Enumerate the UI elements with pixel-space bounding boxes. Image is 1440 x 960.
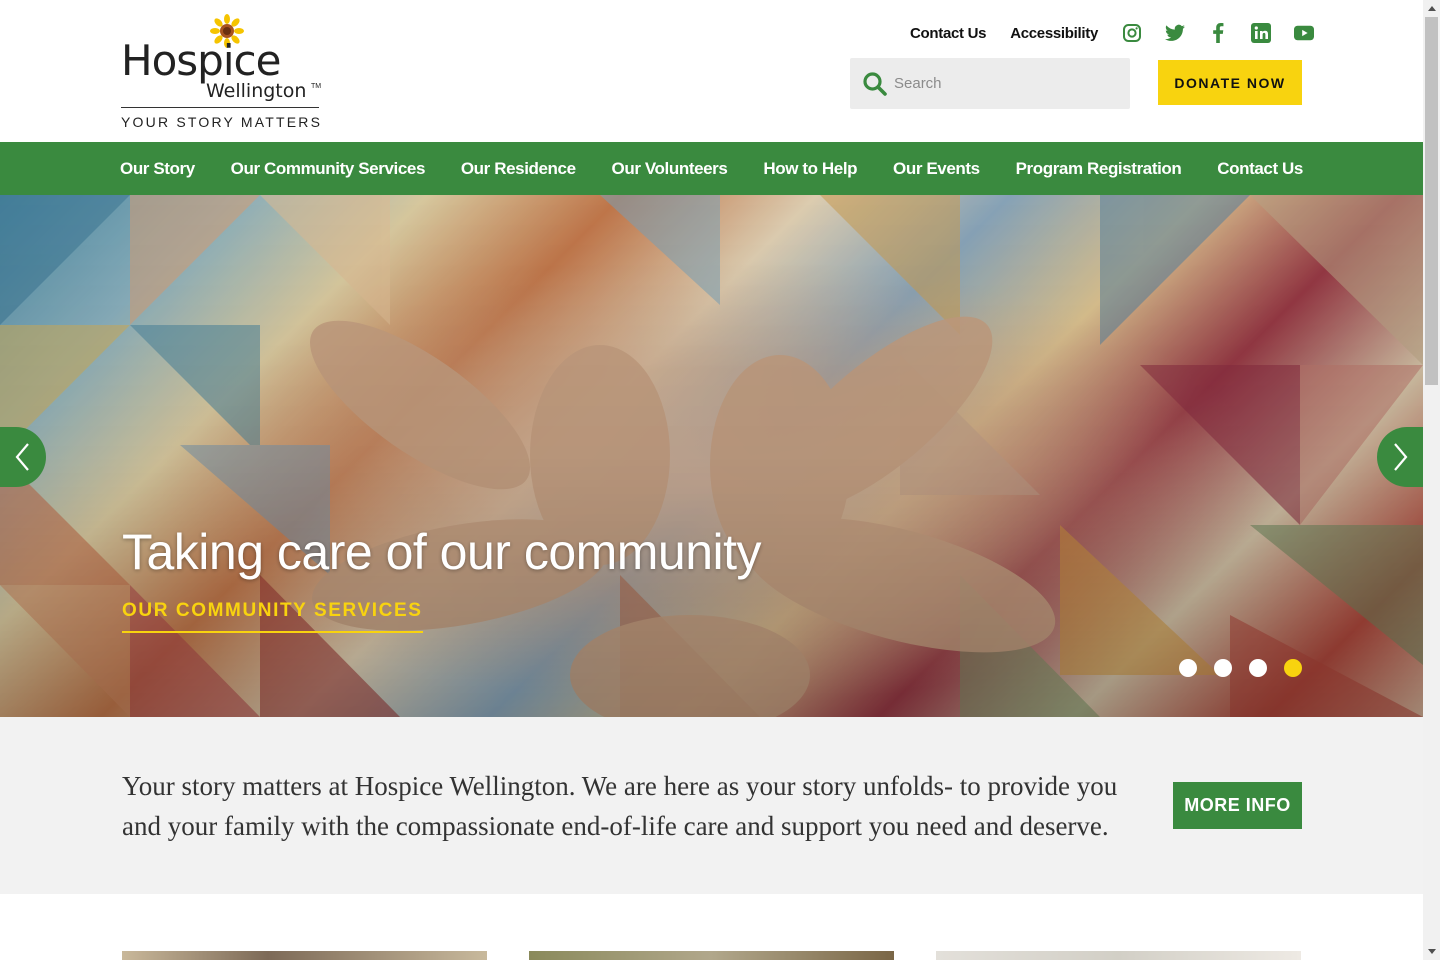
logo-trademark: TM <box>311 83 322 90</box>
hero-title: Taking care of our community <box>122 524 762 580</box>
top-link-accessibility[interactable]: Accessibility <box>1010 25 1098 42</box>
search-input[interactable] <box>894 75 1114 92</box>
scroll-up-arrow[interactable] <box>1423 0 1440 17</box>
hero-slider: Taking care of our community OUR COMMUNI… <box>0 195 1423 717</box>
slider-dot-1[interactable] <box>1179 659 1197 677</box>
intro-text: Your story matters at Hospice Wellington… <box>122 771 1118 841</box>
nav-item-how-to-help[interactable]: How to Help <box>763 159 857 179</box>
donate-now-button[interactable]: DONATE NOW <box>1158 60 1302 105</box>
feature-card-2-image[interactable] <box>529 951 894 960</box>
logo-tagline: YOUR STORY MATTERS <box>121 114 323 130</box>
intro-section: Your story matters at Hospice Wellington… <box>0 717 1423 894</box>
chevron-right-icon <box>1394 443 1408 471</box>
main-navigation: Our Story Our Community Services Our Res… <box>0 142 1423 195</box>
nav-item-our-community-services[interactable]: Our Community Services <box>231 159 426 179</box>
hero-cta-link[interactable]: OUR COMMUNITY SERVICES <box>122 600 423 633</box>
logo-subtitle: Wellington <box>206 80 307 102</box>
nav-item-our-residence[interactable]: Our Residence <box>461 159 576 179</box>
top-link-contact-us[interactable]: Contact Us <box>910 25 986 42</box>
facebook-icon[interactable] <box>1208 23 1228 43</box>
feature-card-1-image[interactable] <box>122 951 487 960</box>
page-scrollbar[interactable] <box>1423 0 1440 960</box>
slider-dot-2[interactable] <box>1214 659 1232 677</box>
hospice-wellington-logo[interactable]: Hospice Wellington TM YOUR STORY MATTERS <box>121 14 321 132</box>
scrollbar-thumb[interactable] <box>1425 17 1438 385</box>
logo-wordmark: Hospice <box>121 36 281 85</box>
nav-item-our-volunteers[interactable]: Our Volunteers <box>612 159 728 179</box>
social-links <box>1122 23 1315 43</box>
instagram-icon[interactable] <box>1122 23 1142 43</box>
nav-item-our-story[interactable]: Our Story <box>120 159 195 179</box>
linkedin-icon[interactable] <box>1251 23 1272 43</box>
slider-pagination <box>1179 659 1302 677</box>
utility-links: Contact Us Accessibility <box>910 22 1315 44</box>
youtube-icon[interactable] <box>1294 23 1315 43</box>
more-info-button[interactable]: MORE INFO <box>1173 782 1302 829</box>
search-icon[interactable] <box>862 71 888 97</box>
feature-card-3-image[interactable] <box>936 951 1301 960</box>
nav-item-program-registration[interactable]: Program Registration <box>1016 159 1182 179</box>
slider-dot-4[interactable] <box>1284 659 1302 677</box>
chevron-left-icon <box>15 443 29 471</box>
nav-item-contact-us[interactable]: Contact Us <box>1217 159 1303 179</box>
search-bar[interactable] <box>850 58 1130 109</box>
slider-dot-3[interactable] <box>1249 659 1267 677</box>
scroll-down-arrow[interactable] <box>1423 943 1440 960</box>
site-header: Hospice Wellington TM YOUR STORY MATTERS… <box>0 0 1423 142</box>
hero-overlay <box>0 195 1423 717</box>
logo-divider <box>121 107 319 108</box>
nav-item-our-events[interactable]: Our Events <box>893 159 980 179</box>
twitter-icon[interactable] <box>1165 23 1186 43</box>
